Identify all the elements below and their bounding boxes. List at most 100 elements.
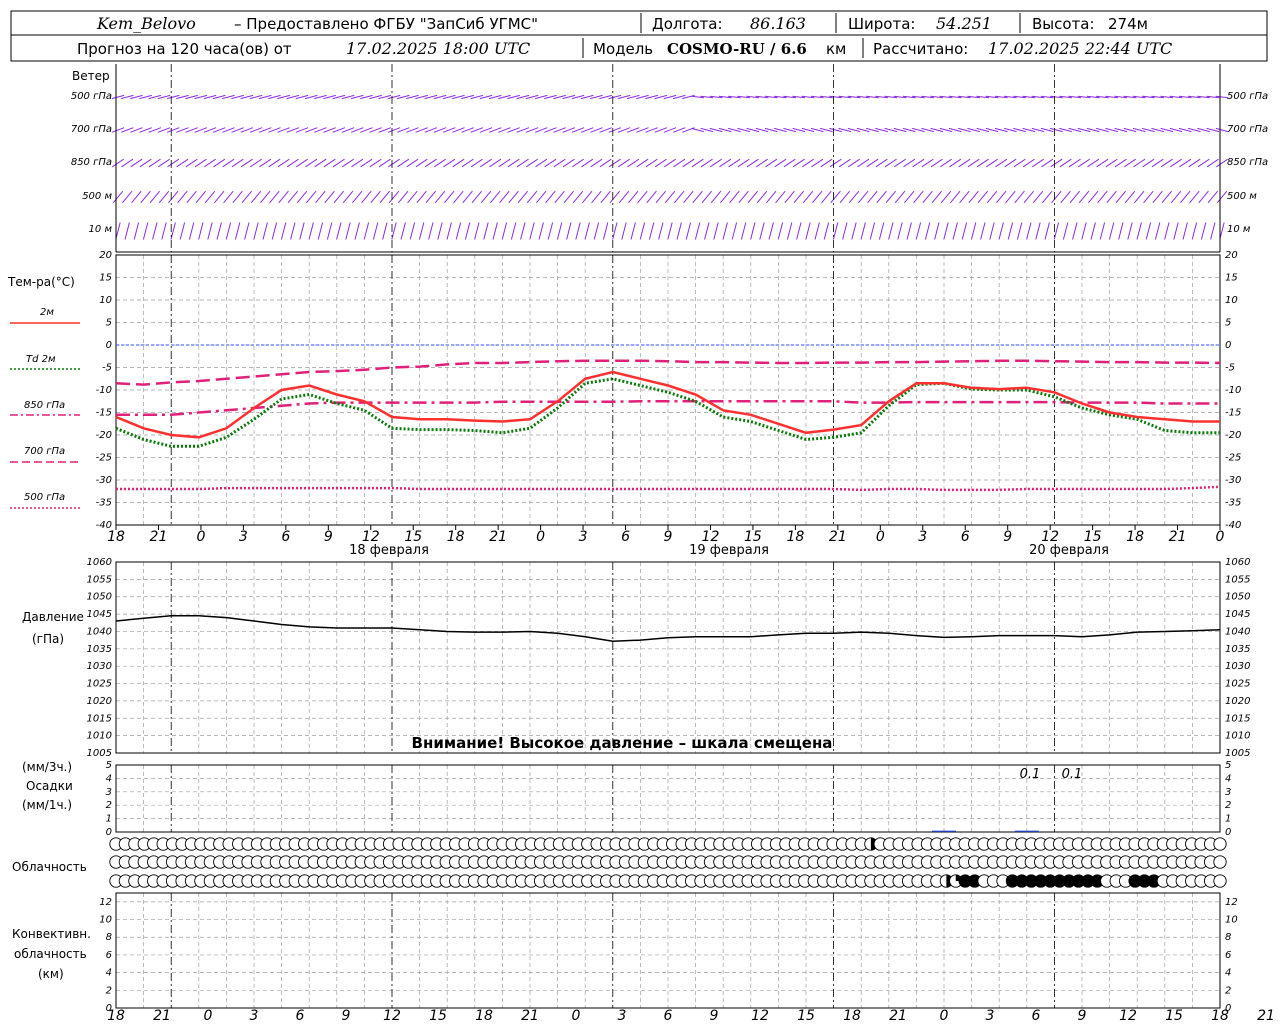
- wind-barb: [388, 158, 400, 168]
- wind-barb: [398, 190, 409, 204]
- wind-barb: [214, 190, 225, 204]
- wind-barb: [1108, 222, 1115, 240]
- conv-xtick-label: 15: [429, 1008, 447, 1024]
- wind-title: Ветер: [72, 69, 110, 83]
- temp-xtick-label: 0: [1216, 529, 1225, 545]
- wind-barb: [1210, 222, 1216, 240]
- wind-barb: [814, 222, 820, 240]
- wind-barb: [1041, 158, 1054, 168]
- wind-barb: [176, 158, 189, 168]
- wind-barb: [1170, 190, 1182, 204]
- wind-barb: [682, 158, 695, 168]
- legend-500-label: 500 гПа: [24, 492, 65, 503]
- wind-barb: [444, 190, 455, 204]
- wind-barb: [480, 190, 492, 204]
- pres-ytick-right: 1045: [1225, 609, 1250, 620]
- temp-xtick-label: 9: [324, 529, 333, 545]
- wind-barb: [536, 190, 547, 204]
- wind-barb: [812, 190, 823, 204]
- conv-yticks: 12 1210 108 86 64 42 20 0: [99, 897, 1237, 1014]
- wind-barb: [906, 222, 912, 240]
- pres-ytick-left: 1030: [87, 661, 112, 672]
- wind-barb: [731, 222, 738, 240]
- pressure-grid: [115, 561, 1221, 754]
- temp-xtick-label: 9: [664, 529, 673, 545]
- wind-barb: [639, 222, 646, 240]
- wind-level-label: 10 м: [89, 224, 113, 235]
- wind-barb: [1072, 222, 1078, 240]
- precip-ytick-left: 1: [106, 814, 112, 825]
- pres-ytick-left: 1015: [87, 713, 112, 724]
- wind-barb: [637, 190, 648, 204]
- wind-barb: [1206, 158, 1219, 168]
- temp-ytick-right: 5: [1225, 318, 1231, 329]
- wind-barb: [857, 158, 870, 168]
- pres-ytick-left: 1040: [87, 626, 112, 637]
- calc-label: Рассчитано:: [873, 40, 968, 58]
- wind-barb: [290, 222, 296, 240]
- wind-barb: [584, 222, 590, 240]
- wind-barb: [784, 190, 795, 204]
- model-unit: км: [826, 40, 846, 58]
- wind-barb: [593, 222, 600, 240]
- wind-barb: [869, 222, 876, 240]
- wind-barb: [223, 190, 234, 204]
- wind-barb: [195, 190, 206, 204]
- wind-barb: [1134, 190, 1145, 204]
- wind-barb: [1090, 222, 1096, 240]
- wind-barb: [995, 158, 1008, 168]
- wind-barb: [122, 190, 133, 204]
- wind-barb: [713, 222, 719, 240]
- wind-barb: [148, 158, 161, 168]
- wind-level-label-right: 10 м: [1227, 224, 1251, 235]
- conv-ytick-right: 6: [1225, 950, 1231, 961]
- wind-barb: [1164, 222, 1170, 240]
- wind-barb: [535, 158, 548, 168]
- wind-barb: [538, 222, 544, 240]
- wind-barb: [685, 222, 692, 240]
- wind-barb: [453, 190, 464, 204]
- conv-unit: (км): [38, 967, 64, 981]
- precip-ytick-right: 1: [1225, 814, 1231, 825]
- wind-barb: [369, 158, 382, 168]
- wind-barb: [461, 158, 474, 168]
- wind-barb: [904, 190, 915, 204]
- convective-panel: Конвективн. облачность (км) 12 12 10 10 8 8 6 6…: [12, 892, 1275, 1024]
- conv-ytick-left: 4: [106, 968, 112, 979]
- wind-barb: [1216, 190, 1228, 204]
- wind-barb: [683, 190, 694, 204]
- wind-barb: [315, 190, 326, 204]
- wind-level-label-right: 850 гПа: [1227, 157, 1268, 168]
- conv-xtick-label: 6: [1032, 1008, 1041, 1024]
- conv-xtick-label: 18: [843, 1008, 861, 1024]
- wind-barb: [829, 158, 842, 168]
- wind-barb: [786, 222, 793, 240]
- temp-ytick-left: -25: [96, 453, 112, 464]
- wind-barb: [222, 158, 235, 168]
- wind-barb: [888, 222, 894, 240]
- wind-barb: [152, 222, 158, 240]
- wind-barb: [1124, 158, 1136, 168]
- wind-barb: [470, 158, 483, 168]
- wind-barb: [241, 190, 252, 204]
- conv-grid: [115, 892, 1221, 1009]
- wind-barb: [1142, 158, 1155, 168]
- wind-barb: [434, 190, 446, 204]
- wind-barb: [464, 222, 471, 240]
- wind-barb: [766, 190, 777, 204]
- temp-ytick-right: -35: [1225, 498, 1241, 509]
- temp-ytick-right: -10: [1225, 385, 1241, 396]
- temp-xtick-label: 18: [447, 529, 465, 545]
- pres-ytick-left: 1035: [87, 644, 112, 655]
- temp-xtick-label: 0: [536, 529, 545, 545]
- wind-barb: [508, 190, 519, 204]
- wind-barb: [296, 158, 308, 168]
- wind-barb: [1078, 190, 1090, 204]
- provider-text: – Предоставлено ФГБУ "ЗапСиб УГМС": [234, 15, 538, 33]
- conv-xtick-label: 18: [1211, 1008, 1229, 1024]
- wind-barb: [1042, 190, 1053, 204]
- date-label-3: 20 февраля: [1029, 543, 1109, 558]
- cloud-symbols: [109, 837, 1227, 888]
- wind-barb: [1189, 190, 1200, 204]
- wind-barb: [793, 190, 804, 204]
